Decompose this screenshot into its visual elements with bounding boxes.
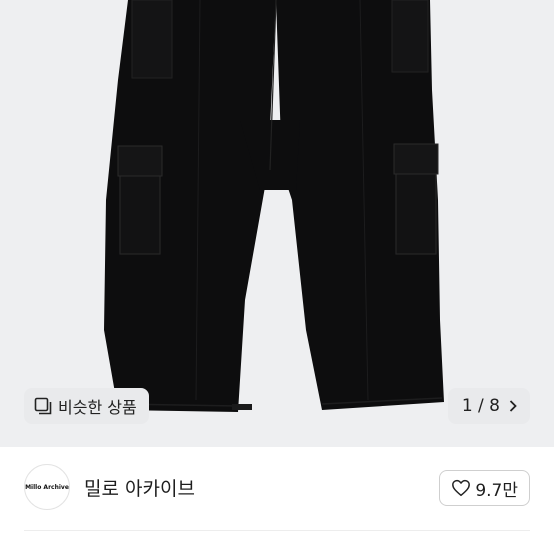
similar-items-label: 비슷한 상품 bbox=[58, 398, 137, 417]
seller-avatar[interactable]: Millo Archive bbox=[24, 464, 70, 510]
image-page-indicator[interactable]: 1 / 8 bbox=[447, 388, 530, 424]
like-count: 9.7만 bbox=[475, 480, 518, 501]
heart-icon bbox=[452, 479, 471, 497]
like-button[interactable]: 9.7만 bbox=[439, 470, 530, 506]
similar-items-button[interactable]: 비슷한 상품 bbox=[24, 388, 149, 424]
chevron-right-icon bbox=[509, 400, 517, 412]
similar-items-icon bbox=[34, 397, 52, 415]
product-image-black-cargo-pants bbox=[104, 0, 444, 412]
section-divider bbox=[24, 530, 530, 531]
page-indicator-text: 1 / 8 bbox=[461, 396, 500, 416]
seller-name[interactable]: 밀로 아카이브 bbox=[84, 474, 195, 501]
product-image-carousel[interactable]: 비슷한 상품 1 / 8 bbox=[0, 0, 554, 447]
seller-avatar-text: Millo Archive bbox=[25, 483, 69, 491]
